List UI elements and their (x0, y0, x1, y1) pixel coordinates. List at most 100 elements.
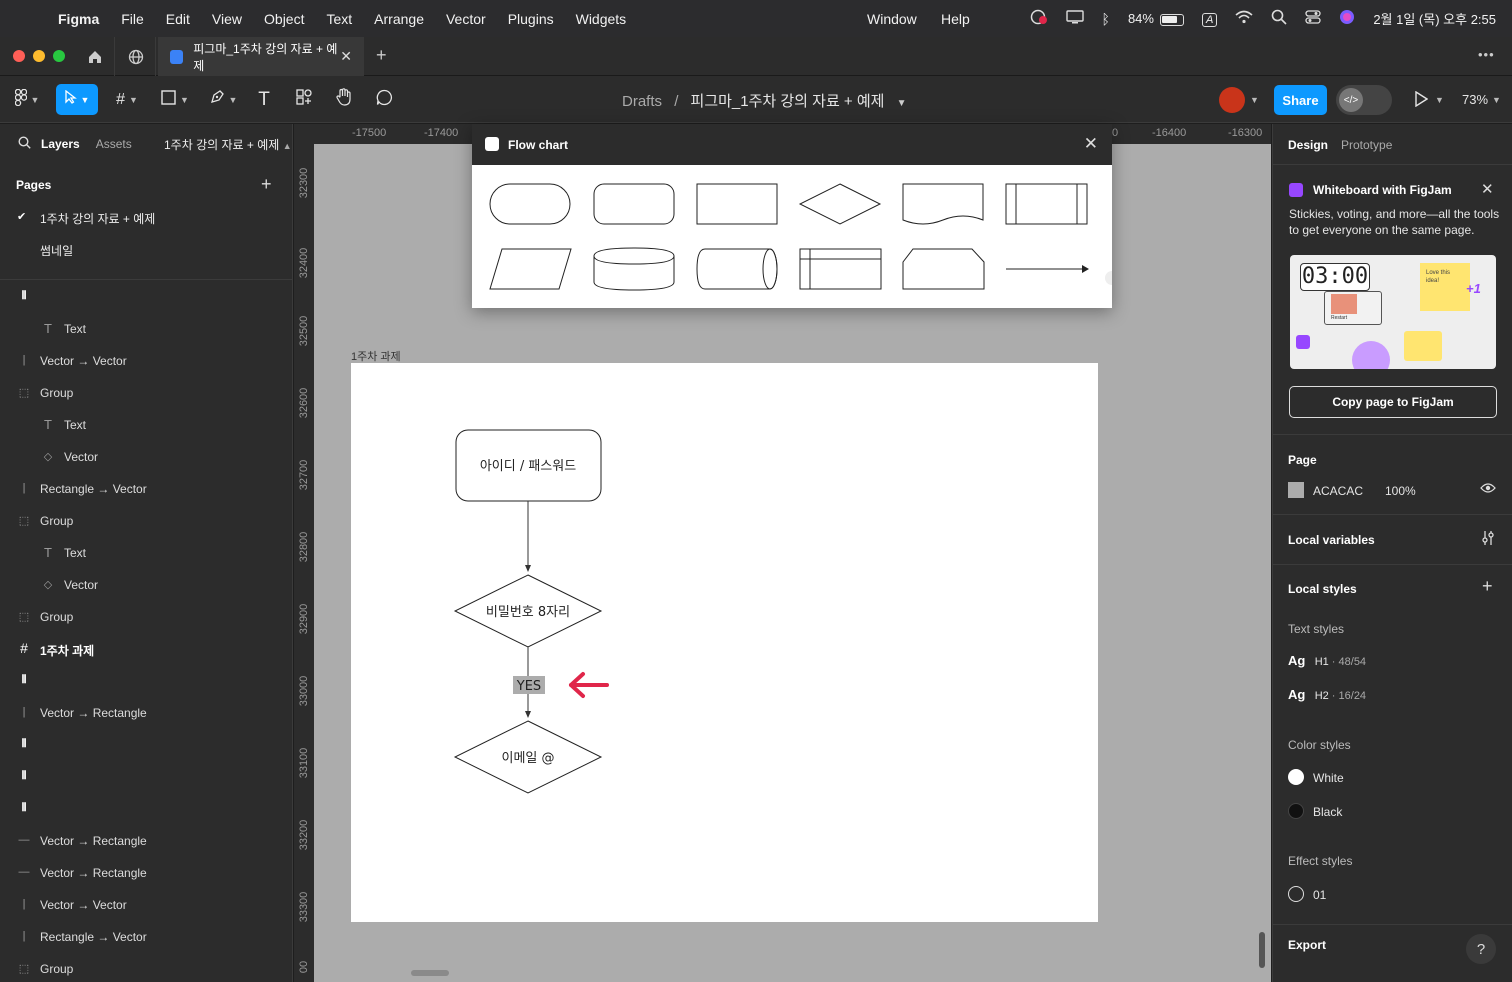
chevron-down-icon[interactable]: ▼ (1250, 95, 1259, 105)
pen-tool-button[interactable]: ▼ (204, 84, 242, 115)
text-style-h2[interactable]: Ag H2 · 16/24 (1288, 687, 1366, 702)
shape-decision[interactable] (798, 183, 882, 225)
menu-app-name[interactable]: Figma (58, 11, 99, 27)
menu-text[interactable]: Text (326, 11, 352, 27)
local-variables-label[interactable]: Local variables (1288, 533, 1375, 547)
layer-row[interactable]: ⬚ Group (0, 505, 292, 537)
page-selector[interactable]: 1주차 강의 자료 + 예제 ▲ (164, 136, 292, 153)
color-style-black[interactable]: Black (1288, 803, 1488, 821)
frame-label[interactable]: 1주차 과제 (351, 348, 401, 364)
page-item-thumbnail[interactable]: 썸네일 (40, 242, 73, 259)
vertical-scrollbar[interactable] (1259, 932, 1265, 968)
layer-row[interactable]: ⦀ (0, 793, 292, 825)
layer-row[interactable]: | Vector → Vector (0, 889, 292, 921)
add-style-icon[interactable]: + (1482, 576, 1493, 597)
variables-settings-icon[interactable] (1481, 530, 1495, 549)
search-icon[interactable] (1271, 9, 1287, 28)
close-tab-icon[interactable]: ✕ (340, 48, 352, 65)
control-center-icon[interactable] (1305, 10, 1321, 27)
tab-prototype[interactable]: Prototype (1341, 138, 1392, 152)
export-header[interactable]: Export (1288, 938, 1326, 952)
shape-database[interactable] (593, 247, 675, 291)
menu-object[interactable]: Object (264, 11, 304, 27)
page-color-hex[interactable]: ACACAC (1313, 484, 1363, 498)
tab-layers[interactable]: Layers (41, 137, 80, 151)
menubar-clock[interactable]: 2월 1일 (목) 오후 2:55 (1373, 9, 1496, 28)
shape-internal-storage[interactable] (799, 248, 882, 290)
shape-document[interactable] (902, 183, 984, 225)
layer-row[interactable]: ⦀ (0, 665, 292, 697)
more-icon[interactable]: ••• (1478, 47, 1495, 62)
horizontal-scrollbar[interactable] (411, 970, 449, 976)
flow-yes-label[interactable]: YES (516, 679, 541, 694)
palette-scroll-indicator[interactable] (1105, 271, 1112, 285)
text-style-h1[interactable]: Ag H1 · 48/54 (1288, 653, 1366, 668)
frame-week1-assignment[interactable]: 아이디 / 패스워드 비밀번호 8자리 YES 이메일 @ (351, 363, 1098, 922)
move-tool-button[interactable]: ▼ (56, 84, 98, 115)
frame-tool-button[interactable]: # ▼ (108, 84, 146, 115)
community-globe-icon[interactable] (116, 37, 156, 76)
bluetooth-icon[interactable]: ᛒ (1102, 11, 1110, 27)
layer-row[interactable]: | Vector → Vector (0, 345, 292, 377)
close-promo-icon[interactable]: ✕ (1481, 180, 1494, 198)
siri-icon[interactable] (1339, 9, 1355, 28)
avatar[interactable] (1219, 87, 1245, 113)
layer-row[interactable]: ⦀ (0, 281, 292, 313)
eye-icon[interactable] (1480, 482, 1496, 497)
share-button[interactable]: Share (1274, 85, 1327, 115)
breadcrumb-drafts[interactable]: Drafts (622, 93, 662, 110)
display-icon[interactable] (1065, 10, 1084, 27)
resources-button[interactable] (292, 84, 316, 115)
shape-data[interactable] (489, 248, 572, 290)
page-opacity[interactable]: 100% (1385, 484, 1416, 498)
file-name[interactable]: 피그마_1주차 강의 자료 + 예제 (691, 93, 885, 110)
main-menu-button[interactable]: ▼ (10, 84, 44, 115)
layer-row[interactable]: ◇ Vector (0, 569, 292, 601)
shape-rounded-rect[interactable] (593, 183, 675, 225)
input-source-icon[interactable]: A (1201, 10, 1218, 27)
chevron-down-icon[interactable]: ▼ (1435, 95, 1444, 105)
dev-mode-toggle[interactable]: </> (1336, 85, 1392, 115)
home-icon[interactable] (75, 37, 115, 76)
shape-tool-button[interactable]: ▼ (156, 84, 194, 115)
help-button[interactable]: ? (1466, 934, 1496, 964)
layer-row[interactable]: T Text (0, 313, 292, 345)
layer-row[interactable]: ⦀ (0, 761, 292, 793)
menu-edit[interactable]: Edit (166, 11, 190, 27)
search-icon[interactable] (18, 136, 31, 152)
red-arrow-annotation[interactable] (569, 672, 609, 698)
battery-icon[interactable] (1159, 11, 1184, 27)
shape-process[interactable] (696, 183, 778, 225)
zoom-level[interactable]: 73% (1462, 92, 1488, 107)
menu-view[interactable]: View (212, 11, 242, 27)
color-style-white[interactable]: White (1288, 769, 1488, 787)
comment-tool-button[interactable] (372, 84, 396, 115)
present-icon[interactable] (1414, 90, 1429, 112)
tab-design[interactable]: Design (1288, 138, 1328, 152)
menu-vector[interactable]: Vector (446, 11, 486, 27)
shape-preparation[interactable] (902, 248, 985, 290)
layer-row[interactable]: | Rectangle → Vector (0, 921, 292, 953)
menu-window[interactable]: Window (867, 11, 917, 27)
window-zoom-button[interactable] (53, 50, 65, 62)
wifi-icon[interactable] (1235, 10, 1253, 27)
add-page-icon[interactable]: + (261, 174, 272, 195)
page-item-current[interactable]: 1주차 강의 자료 + 예제 (40, 210, 155, 227)
layer-row[interactable]: T Text (0, 537, 292, 569)
chevron-down-icon[interactable]: ▼ (1492, 95, 1501, 105)
new-tab-button[interactable]: + (376, 45, 387, 66)
window-close-button[interactable] (13, 50, 25, 62)
page-color-swatch[interactable] (1288, 482, 1304, 498)
tab-assets[interactable]: Assets (96, 137, 132, 151)
tab-active-file[interactable]: 피그마_1주차 강의 자료 + 예제 ✕ (158, 37, 364, 76)
window-minimize-button[interactable] (33, 50, 45, 62)
layer-row[interactable]: ⦀ (0, 729, 292, 761)
notification-icon[interactable] (1030, 9, 1048, 28)
shape-predefined-process[interactable] (1005, 183, 1088, 225)
menu-arrange[interactable]: Arrange (374, 11, 424, 27)
layer-row[interactable]: ⬚ Group (0, 953, 292, 982)
chevron-down-icon[interactable]: ▼ (897, 98, 907, 109)
layer-row[interactable]: T Text (0, 409, 292, 441)
shape-terminator[interactable] (489, 183, 571, 225)
menu-plugins[interactable]: Plugins (508, 11, 554, 27)
